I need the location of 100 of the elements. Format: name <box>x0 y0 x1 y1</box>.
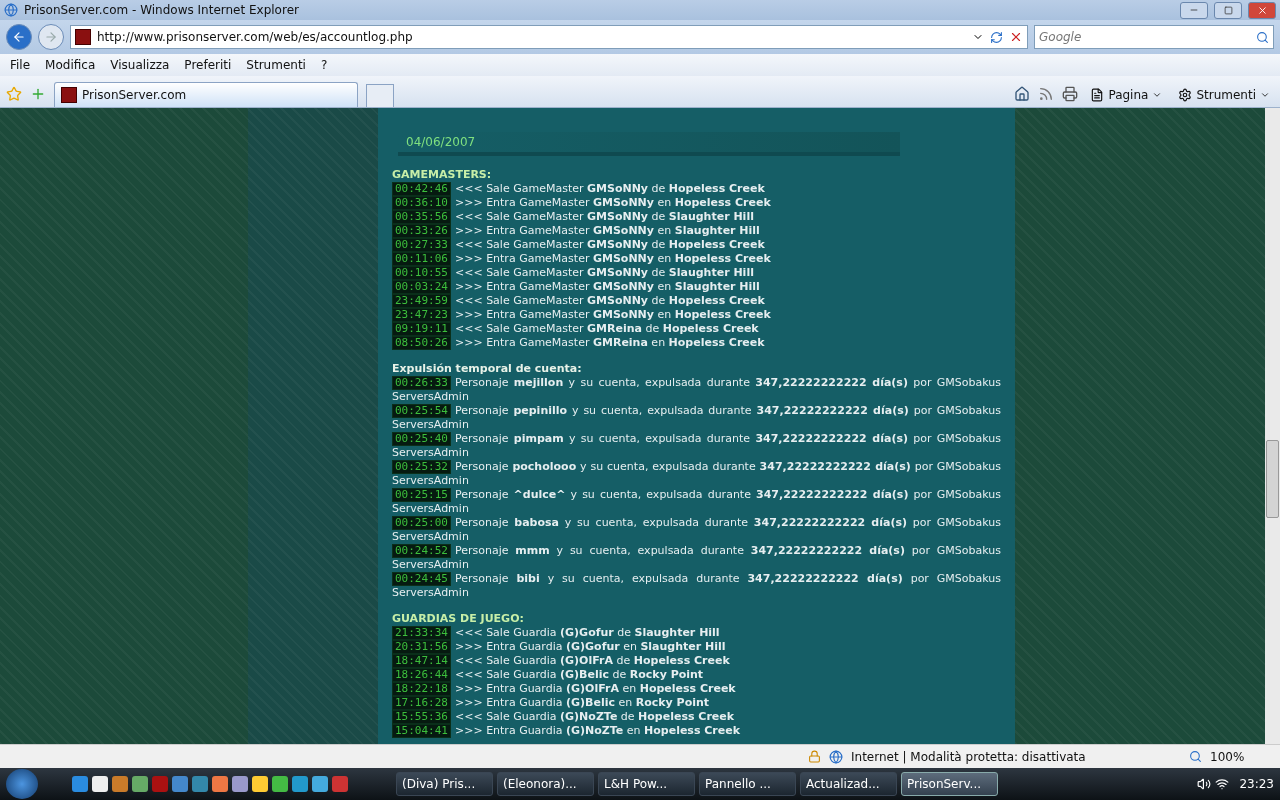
zoom-icon[interactable] <box>1189 750 1202 763</box>
quick-launch-icon[interactable] <box>72 776 88 792</box>
log-entry: 00:33:26 >>> Entra GameMaster GMSoNNy en Slaughter Hill <box>392 224 1001 238</box>
log-entry: 00:35:56 <<< Sale GameMaster GMSoNNy de Slaughter Hill <box>392 210 1001 224</box>
timestamp: 15:55:36 <box>392 710 451 724</box>
quick-launch-icon[interactable] <box>212 776 228 792</box>
log-entry: 20:31:56 >>> Entra Guardia (G)Gofur en Slaughter Hill <box>392 640 1001 654</box>
caret-icon <box>1152 90 1163 100</box>
zoom-level[interactable]: 100% <box>1210 749 1270 764</box>
quick-launch-icon[interactable] <box>232 776 248 792</box>
timestamp: 00:03:24 <box>392 280 451 294</box>
feed-icon[interactable] <box>1038 86 1055 102</box>
section-title: GAMEMASTERS: <box>392 168 493 182</box>
timestamp: 00:24:45 <box>392 572 451 586</box>
refresh-icon[interactable] <box>990 30 1003 44</box>
taskbar-button[interactable]: PrisonServ... <box>901 772 998 796</box>
log-entry: 00:27:33 <<< Sale GameMaster GMSoNNy de Hopeless Creek <box>392 238 1001 252</box>
taskbar-button[interactable]: L&H Pow... <box>598 772 695 796</box>
quick-launch-icon[interactable] <box>312 776 328 792</box>
close-icon <box>1256 4 1268 16</box>
menu-item[interactable]: Strumenti <box>246 58 306 72</box>
timestamp: 00:25:32 <box>392 460 451 474</box>
volume-icon[interactable] <box>1197 777 1212 791</box>
taskbar-button[interactable]: (Eleonora)... <box>497 772 594 796</box>
timestamp: 00:25:40 <box>392 432 451 446</box>
forward-button[interactable] <box>38 24 64 50</box>
timestamp: 00:26:33 <box>392 376 451 390</box>
section-title: GUARDIAS DE JUEGO: <box>392 612 525 626</box>
quick-launch-icon[interactable] <box>112 776 128 792</box>
site-icon <box>75 29 91 45</box>
timestamp: 18:22:18 <box>392 682 451 696</box>
scrollbar[interactable] <box>1265 108 1280 744</box>
log-entry: 09:19:11 <<< Sale GameMaster GMReina de Hopeless Creek <box>392 322 1001 336</box>
internet-zone-icon <box>829 749 843 764</box>
close-button[interactable] <box>1248 1 1276 19</box>
timestamp: 15:04:41 <box>392 724 451 738</box>
print-icon[interactable] <box>1062 86 1079 102</box>
log-entry: 21:33:34 <<< Sale Guardia (G)Gofur de Slaughter Hill <box>392 626 1001 640</box>
timestamp: 18:26:44 <box>392 668 451 682</box>
home-icon[interactable] <box>1014 86 1031 102</box>
menu-item[interactable]: Modifica <box>45 58 96 72</box>
favorites-star-icon[interactable] <box>6 86 22 102</box>
log-entry: 00:03:24 >>> Entra GameMaster GMSoNNy en Slaughter Hill <box>392 280 1001 294</box>
menu-item[interactable]: Preferiti <box>184 58 232 72</box>
log-entry: 15:55:36 <<< Sale Guardia (G)NoZTe de Hopeless Creek <box>392 710 1001 724</box>
back-button[interactable] <box>6 24 32 50</box>
quick-launch-icon[interactable] <box>132 776 148 792</box>
scroll-thumb[interactable] <box>1266 440 1279 518</box>
search-field[interactable]: Google <box>1034 25 1274 49</box>
menu-item[interactable]: File <box>10 58 31 72</box>
taskbar-button[interactable]: Actualizad... <box>800 772 897 796</box>
stop-icon[interactable] <box>1009 30 1023 44</box>
log-entry: 18:22:18 >>> Entra Guardia (G)OlFrA en Hopeless Creek <box>392 682 1001 696</box>
log-entry: 00:24:45 Personaje bibi y su cuenta, expulsada durante 347,22222222222 día(s) por GMSobakus ServersAdmin <box>392 572 1001 600</box>
timestamp: 00:25:00 <box>392 516 451 530</box>
log-entry: 15:04:41 >>> Entra Guardia (G)NoZTe en Hopeless Creek <box>392 724 1001 738</box>
quick-launch-icon[interactable] <box>192 776 208 792</box>
quick-launch-icon[interactable] <box>272 776 288 792</box>
timestamp: 00:36:10 <box>392 196 451 210</box>
timestamp: 00:25:15 <box>392 488 451 502</box>
browser-tab[interactable]: PrisonServer.com <box>54 82 358 107</box>
quick-launch-icon[interactable] <box>252 776 268 792</box>
quick-launch-icon[interactable] <box>292 776 308 792</box>
timestamp: 17:16:28 <box>392 696 451 710</box>
add-favorite-icon[interactable] <box>30 86 46 102</box>
taskbar-button[interactable]: (Diva) Pris... <box>396 772 493 796</box>
timestamp: 18:47:14 <box>392 654 451 668</box>
log-entry: 18:47:14 <<< Sale Guardia (G)OlFrA de Hopeless Creek <box>392 654 1001 668</box>
site-icon <box>61 87 77 103</box>
timestamp: 00:33:26 <box>392 224 451 238</box>
clock: 23:23 <box>1239 777 1274 791</box>
network-icon[interactable] <box>1215 777 1230 791</box>
menu-item[interactable]: Visualizza <box>110 58 170 72</box>
quick-launch-icon[interactable] <box>92 776 108 792</box>
taskbar-button[interactable]: Pannello ... <box>699 772 796 796</box>
timestamp: 23:49:59 <box>392 294 451 308</box>
log-entry: 18:26:44 <<< Sale Guardia (G)Belic de Rocky Point <box>392 668 1001 682</box>
toolbar-button[interactable]: Pagina <box>1086 83 1167 107</box>
back-arrow-icon <box>12 30 26 44</box>
timestamp: 00:10:55 <box>392 266 451 280</box>
log-entry: 08:50:26 >>> Entra GameMaster GMReina en Hopeless Creek <box>392 336 1001 350</box>
gear-icon <box>1178 88 1193 102</box>
timestamp: 08:50:26 <box>392 336 451 350</box>
search-icon[interactable] <box>1256 30 1269 44</box>
address-field[interactable]: http://www.prisonserver.com/web/es/accountlog.php <box>70 25 1028 49</box>
date-heading: 04/06/2007 <box>398 132 900 156</box>
quick-launch-icon[interactable] <box>152 776 168 792</box>
log-entry: 00:10:55 <<< Sale GameMaster GMSoNNy de Slaughter Hill <box>392 266 1001 280</box>
minimize-button[interactable] <box>1180 1 1208 19</box>
start-button[interactable] <box>6 769 38 799</box>
menu-item[interactable]: ? <box>320 58 328 72</box>
restore-button[interactable] <box>1214 1 1242 19</box>
toolbar-button[interactable]: Strumenti <box>1174 83 1274 107</box>
timestamp: 21:33:34 <box>392 626 451 640</box>
quick-launch-icon[interactable] <box>172 776 188 792</box>
new-tab-button[interactable] <box>366 84 394 107</box>
status-text: Internet | Modalità protetta: disattivata <box>851 749 1087 764</box>
timestamp: 00:42:46 <box>392 182 451 196</box>
quick-launch-icon[interactable] <box>332 776 348 792</box>
protected-mode-icon <box>808 750 821 763</box>
